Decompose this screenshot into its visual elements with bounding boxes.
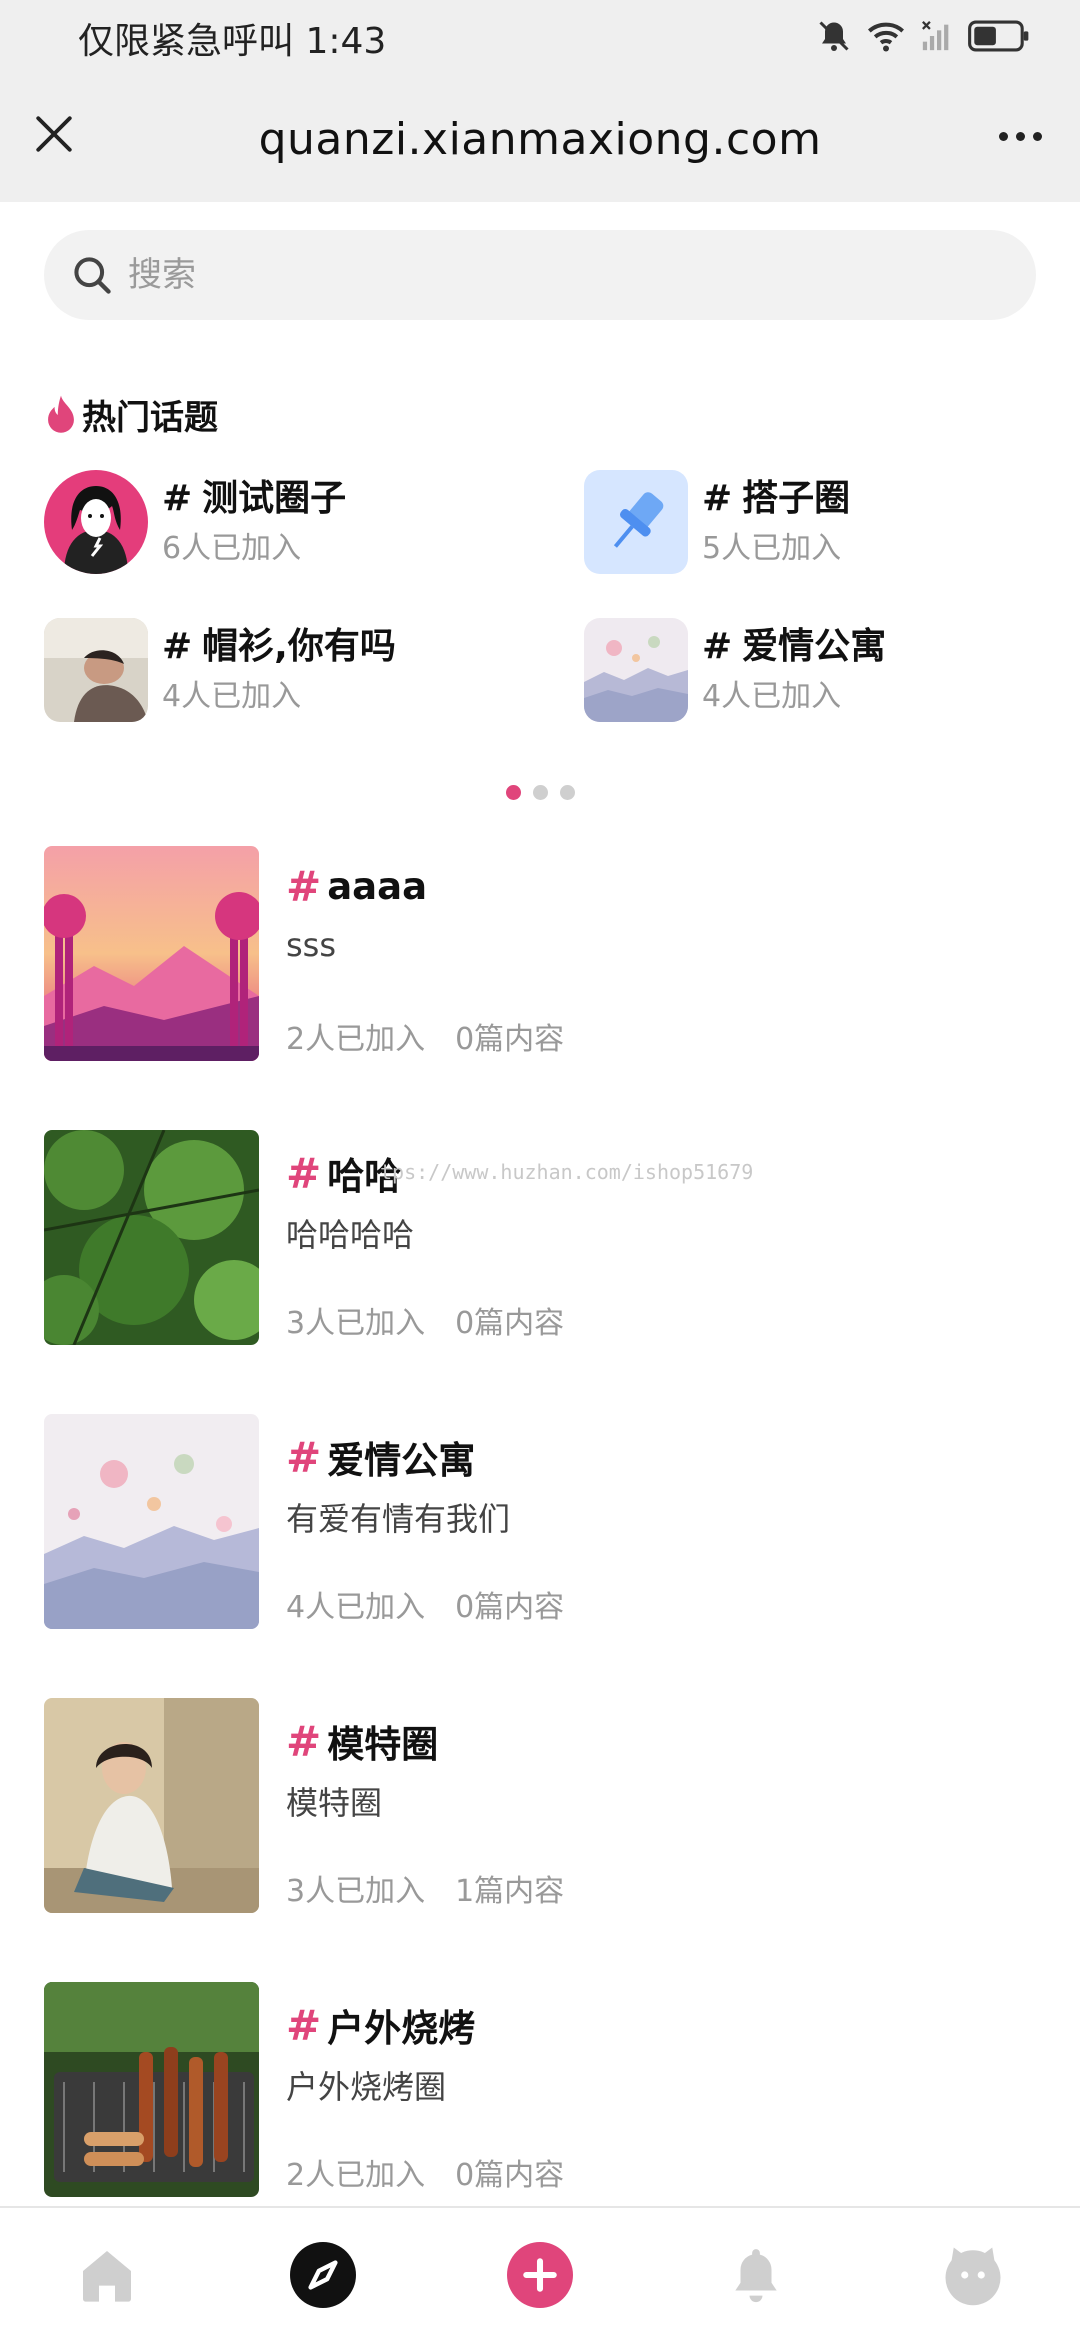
circle-list-item[interactable]: # 爱情公寓 有爱有情有我们 4人已加入 0篇内容: [44, 1414, 1044, 1698]
profile-icon: [945, 2247, 1001, 2306]
circle-member-count: 3人已加入: [286, 1306, 426, 1341]
circle-post-count: 0篇内容: [455, 1306, 565, 1341]
circle-member-count: 2人已加入: [286, 2158, 426, 2193]
circle-name: # aaaa: [286, 862, 428, 911]
circle-member-count: 4人已加入: [286, 1590, 426, 1625]
circle-description: 模特圈: [286, 1784, 383, 1822]
circle-meta: 2人已加入 0篇内容: [286, 2150, 564, 2194]
circle-meta: 3人已加入 1篇内容: [286, 1866, 564, 1910]
carousel-pager: [0, 785, 1080, 800]
status-text: 仅限紧急呼叫 1:43: [78, 21, 387, 62]
circle-list-item[interactable]: # aaaa sss 2人已加入 0篇内容: [44, 846, 1044, 1130]
hash-icon: #: [162, 478, 193, 519]
hash-icon: #: [702, 626, 733, 667]
home-icon: [83, 2251, 131, 2302]
topic-name: # 帽衫,你有吗: [162, 626, 396, 667]
circle-member-count: 2人已加入: [286, 1022, 426, 1057]
nav-profile[interactable]: [940, 2242, 1006, 2308]
circle-name: # 模特圈: [286, 1716, 439, 1767]
circle-cover-image: [44, 1130, 259, 1345]
circle-cover-image: [44, 846, 259, 1061]
nav-add[interactable]: [507, 2242, 573, 2308]
status-bar: 仅限紧急呼叫 1:43: [0, 0, 1080, 74]
hash-icon: #: [286, 1432, 322, 1482]
circle-cover-image: [44, 1414, 259, 1629]
hash-icon: #: [286, 1716, 322, 1766]
signal-icon: [922, 21, 949, 51]
pager-dot-active[interactable]: [505, 785, 521, 800]
hot-topic-item[interactable]: # 帽衫,你有吗 4人已加入: [44, 618, 524, 722]
compass-icon: [290, 2242, 356, 2308]
circle-cover-image: [44, 1698, 259, 1913]
hot-topics-heading: 热门话题: [44, 390, 218, 439]
circle-description: sss: [286, 926, 337, 964]
topic-name: # 搭子圈: [702, 478, 851, 519]
hash-icon: #: [286, 2000, 322, 2050]
topic-name: # 爱情公寓: [702, 626, 887, 667]
more-options-button[interactable]: [990, 116, 1050, 156]
search-icon: [74, 257, 111, 294]
hash-icon: #: [286, 862, 322, 911]
topic-avatar: [584, 470, 688, 574]
circle-list: # aaaa sss 2人已加入 0篇内容 # 哈哈 哈哈哈哈 3人已加入 0篇内容 #…: [44, 846, 1044, 2266]
topic-member-count: 4人已加入: [162, 679, 302, 714]
bell-muted-icon: [819, 21, 849, 51]
topic-member-count: 6人已加入: [162, 531, 302, 566]
hot-topic-item[interactable]: # 搭子圈 5人已加入: [584, 470, 1064, 574]
circle-name: # 户外烧烤: [286, 2000, 476, 2051]
wifi-icon: [868, 22, 904, 52]
circle-meta: 4人已加入 0篇内容: [286, 1582, 564, 1626]
bottom-nav: [0, 2206, 1080, 2340]
pager-dot[interactable]: [559, 785, 575, 800]
hot-topics-title: 热门话题: [82, 398, 218, 438]
add-icon: [507, 2242, 573, 2308]
hot-topic-item[interactable]: # 爱情公寓 4人已加入: [584, 618, 1064, 722]
nav-notifications[interactable]: [723, 2242, 789, 2308]
circle-post-count: 0篇内容: [455, 2158, 565, 2193]
circle-description: 哈哈哈哈: [286, 1216, 415, 1254]
browser-header: quanzi.xianmaxiong.com: [0, 74, 1080, 202]
search-bar[interactable]: [44, 230, 1036, 320]
topic-member-count: 5人已加入: [702, 531, 842, 566]
bell-icon: [735, 2249, 777, 2303]
page-url: quanzi.xianmaxiong.com: [258, 114, 822, 165]
circle-description: 有爱有情有我们: [286, 1500, 511, 1538]
hash-icon: #: [162, 626, 193, 667]
nav-home[interactable]: [74, 2242, 140, 2308]
topic-member-count: 4人已加入: [702, 679, 842, 714]
pager-dot[interactable]: [532, 785, 548, 800]
nav-discover[interactable]: [290, 2242, 356, 2308]
hot-topic-item[interactable]: # 测试圈子 6人已加入: [44, 470, 524, 574]
circle-meta: 3人已加入 0篇内容: [286, 1298, 564, 1342]
topic-name: # 测试圈子: [162, 478, 347, 519]
hash-icon: #: [702, 478, 733, 519]
circle-name: # 爱情公寓: [286, 1432, 476, 1483]
circle-member-count: 3人已加入: [286, 1874, 426, 1909]
circle-cover-image: [44, 1982, 259, 2197]
circle-meta: 2人已加入 0篇内容: [286, 1014, 564, 1058]
topic-avatar: [44, 470, 148, 574]
watermark-text: tps://www.huzhan.com/ishop51679: [380, 1160, 754, 1184]
more-dot-icon: [998, 131, 1008, 141]
status-icons: [816, 18, 1030, 54]
battery-icon: [968, 20, 1029, 52]
circle-post-count: 0篇内容: [455, 1022, 565, 1057]
circle-list-item[interactable]: # 模特圈 模特圈 3人已加入 1篇内容: [44, 1698, 1044, 1982]
more-dot-icon: [1032, 131, 1042, 141]
search-input[interactable]: [128, 255, 928, 295]
more-dot-icon: [1015, 131, 1025, 141]
flame-icon: [48, 395, 74, 433]
circle-post-count: 0篇内容: [455, 1590, 565, 1625]
circle-description: 户外烧烤圈: [286, 2068, 447, 2106]
hot-topics-grid: # 测试圈子 6人已加入 # 搭子圈 5人已加入 # 帽衫,你有吗 4人已加入 # 爱情…: [44, 470, 1044, 730]
topic-avatar: [44, 618, 148, 722]
circle-post-count: 1篇内容: [455, 1874, 565, 1909]
topic-avatar: [584, 618, 688, 722]
hash-icon: #: [286, 1148, 322, 1198]
